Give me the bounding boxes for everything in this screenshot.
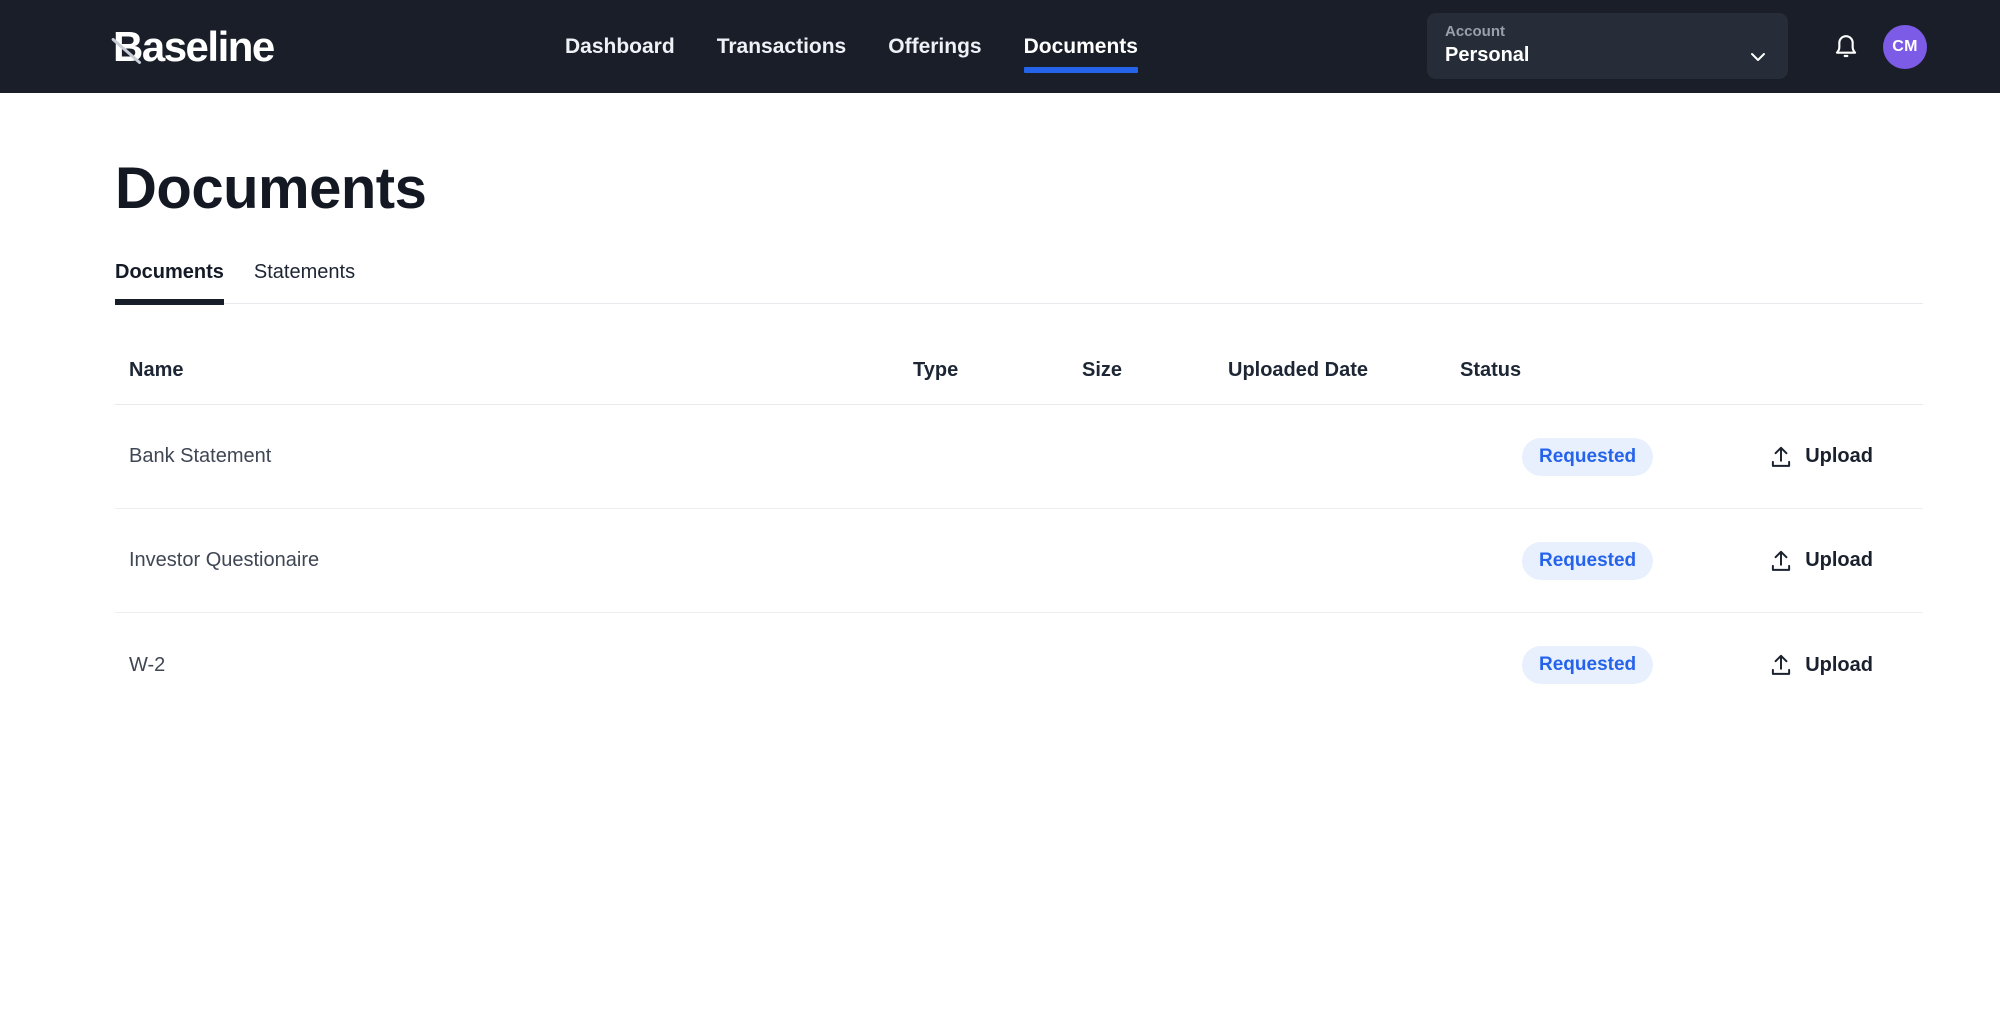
upload-button-label: Upload — [1805, 653, 1873, 676]
upload-button[interactable]: Upload — [1768, 548, 1873, 574]
tab-bar: Documents Statements — [115, 262, 1923, 305]
notifications-button[interactable] — [1824, 24, 1868, 68]
status-badge: Requested — [1522, 541, 1654, 580]
tab-documents[interactable]: Documents — [115, 262, 224, 305]
nav-item-dashboard[interactable]: Dashboard — [565, 35, 675, 59]
table-body: Bank Statement Requested Upload Investor… — [115, 405, 1923, 717]
upload-button-label: Upload — [1805, 549, 1873, 571]
status-badge: Requested — [1522, 437, 1654, 476]
table-row: W-2 Requested Upload — [115, 613, 1923, 717]
nav-item-documents[interactable]: Documents — [1023, 35, 1139, 73]
account-selector-label: Account — [1445, 23, 1505, 40]
table-row: Bank Statement Requested Upload — [115, 405, 1923, 509]
table-row: Investor Questionaire Requested Upload — [115, 509, 1923, 613]
table-header-row: Name Type Size Uploaded Date Status — [115, 303, 1923, 405]
document-status-cell: Requested — [1460, 541, 1707, 580]
navbar: Baseline Dashboard Transactions Offering… — [0, 0, 2000, 93]
upload-icon — [1772, 654, 1791, 675]
upload-icon — [1772, 446, 1791, 467]
avatar[interactable]: CM — [1883, 25, 1927, 69]
upload-icon — [1772, 550, 1791, 571]
document-action-cell: Upload — [1707, 548, 1923, 574]
upload-button[interactable]: Upload — [1768, 652, 1873, 678]
document-name: W-2 — [129, 653, 166, 676]
tab-statements[interactable]: Statements — [254, 262, 355, 303]
column-header-type: Type — [913, 359, 959, 381]
upload-button[interactable]: Upload — [1768, 444, 1873, 470]
brand-name: Baseline — [113, 22, 275, 70]
document-name: Bank Statement — [129, 445, 272, 467]
brand-logo[interactable]: Baseline — [111, 0, 275, 93]
nav-item-transactions[interactable]: Transactions — [717, 35, 847, 59]
column-header-size: Size — [1082, 359, 1123, 381]
document-name: Investor Questionaire — [129, 549, 320, 571]
avatar-initials: CM — [1892, 38, 1918, 55]
column-header-status: Status — [1460, 359, 1522, 381]
document-action-cell: Upload — [1707, 444, 1923, 470]
chevron-down-icon — [1751, 53, 1765, 61]
status-badge: Requested — [1522, 646, 1654, 684]
account-selector[interactable]: Account Personal — [1427, 13, 1788, 79]
bell-icon — [1835, 35, 1857, 58]
account-selector-value: Personal — [1445, 44, 1530, 66]
upload-button-label: Upload — [1805, 445, 1873, 467]
column-header-uploaded-date: Uploaded Date — [1228, 359, 1369, 381]
document-status-cell: Requested — [1460, 646, 1707, 684]
nav-item-offerings[interactable]: Offerings — [888, 35, 981, 59]
page-title: Documents — [115, 156, 427, 221]
documents-table: Name Type Size Uploaded Date Status Bank… — [115, 303, 1923, 717]
primary-nav: Dashboard Transactions Offerings Documen… — [565, 0, 1139, 93]
document-status-cell: Requested — [1460, 437, 1707, 476]
document-action-cell: Upload — [1707, 652, 1923, 678]
column-header-name: Name — [129, 359, 184, 381]
